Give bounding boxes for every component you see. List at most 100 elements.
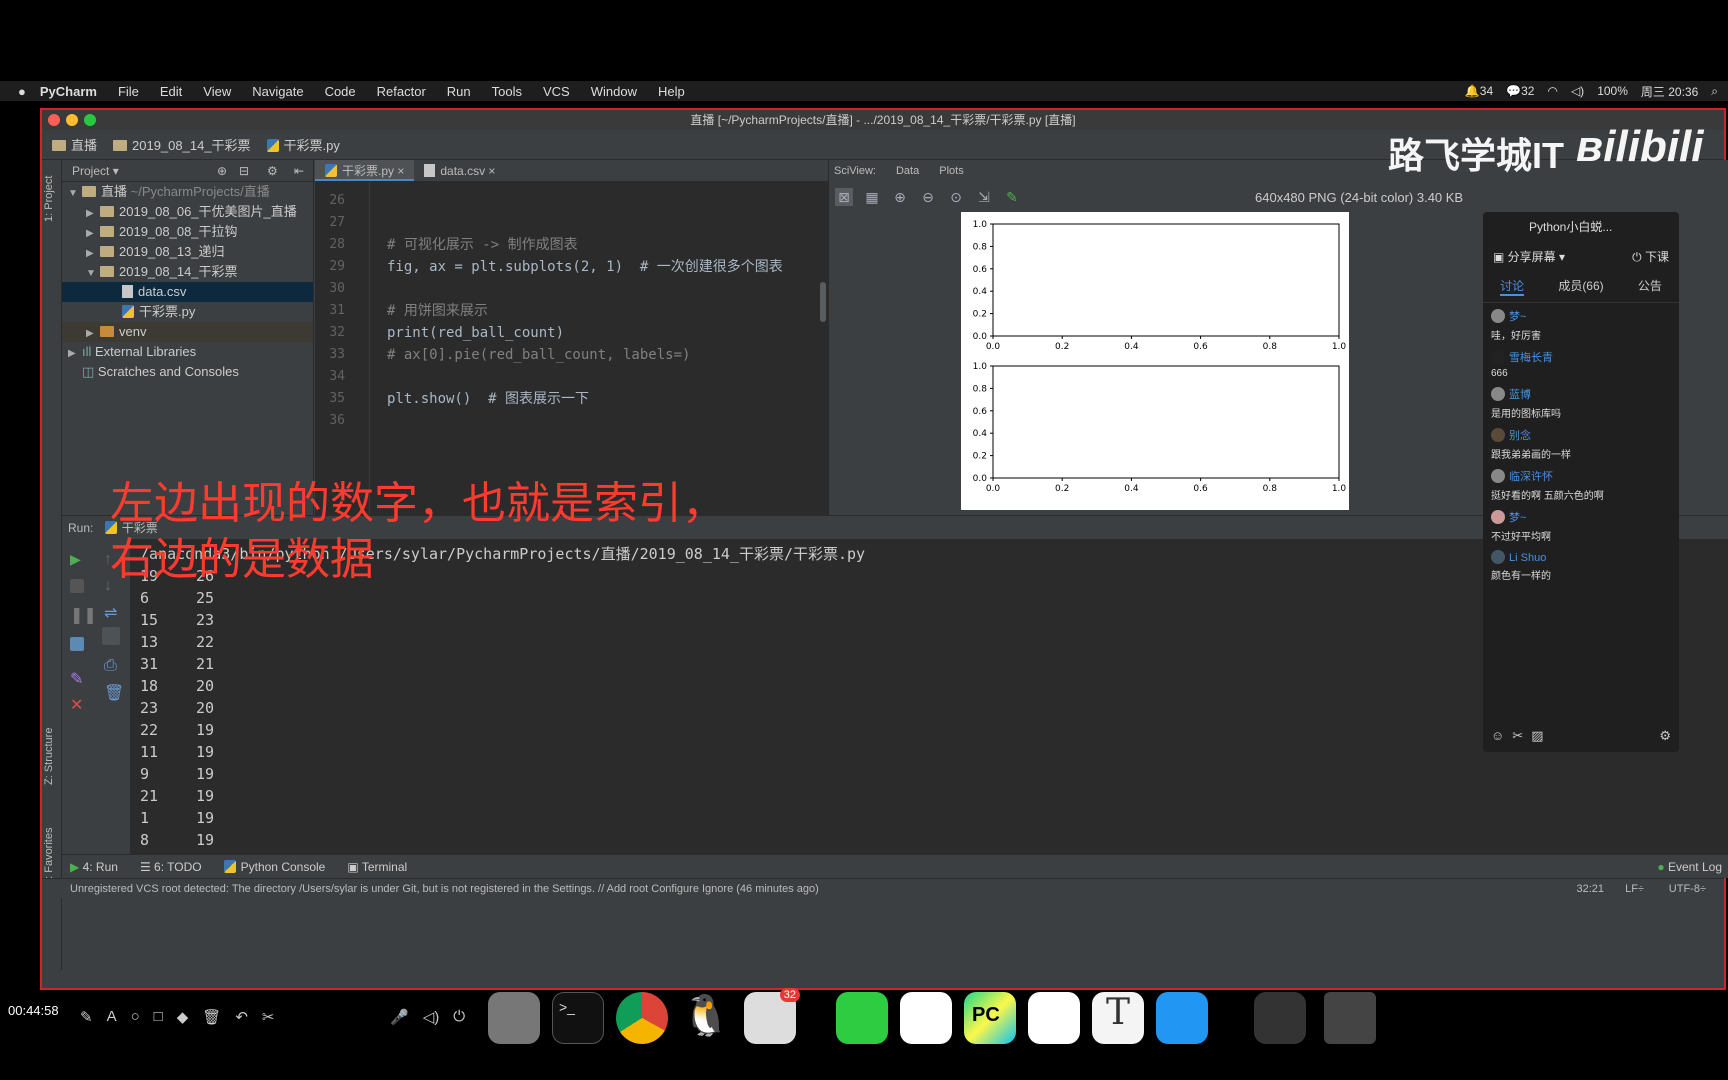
tab-run[interactable]: ▶ 4: Run (70, 860, 118, 874)
menu-edit[interactable]: Edit (160, 84, 182, 99)
trash-bin-icon[interactable] (1324, 992, 1376, 1044)
pin-icon[interactable]: ✎ (70, 669, 84, 688)
tab-todo[interactable]: ☰ 6: TODO (140, 860, 202, 874)
text-icon[interactable]: A (107, 1008, 117, 1026)
pycharm-icon[interactable]: PC (964, 992, 1016, 1044)
mic-icon[interactable]: 🎤 (390, 1008, 409, 1026)
wechat-icon[interactable]: 💬32 (1506, 84, 1534, 98)
menu-navigate[interactable]: Navigate (252, 84, 303, 99)
terminal-icon[interactable]: >_ (552, 992, 604, 1044)
tree-item-folder[interactable]: ▶ venv (62, 322, 313, 342)
menu-view[interactable]: View (203, 84, 231, 99)
breadcrumb-root[interactable]: 直播 (52, 135, 97, 154)
export-icon[interactable]: ⇲ (975, 188, 993, 206)
tree-item-scratches[interactable]: ◫ Scratches and Consoles (62, 362, 313, 382)
hide-panel-icon[interactable]: ⇤ (294, 160, 304, 182)
zoom-out-icon[interactable]: ⊖ (919, 188, 937, 206)
close-icon[interactable]: × (488, 164, 495, 178)
locate-icon[interactable]: ⊕ (217, 160, 227, 182)
event-log-tab[interactable]: ● Event Log (1657, 860, 1722, 874)
grid-icon[interactable]: ▦ (863, 188, 881, 206)
close-icon[interactable]: × (397, 164, 404, 178)
clock[interactable]: 周三 20:36 (1641, 83, 1698, 100)
qq-icon[interactable]: 🐧 (680, 992, 732, 1044)
soft-wrap-icon[interactable]: ⇌ (104, 603, 118, 622)
share-screen-button[interactable]: ▣ 分享屏幕 ▾ (1493, 248, 1565, 265)
minimize-window-icon[interactable] (66, 114, 78, 126)
menu-app-name[interactable]: PyCharm (40, 84, 97, 99)
spotlight-icon[interactable]: ⌕ (1711, 84, 1718, 99)
undo-icon[interactable]: ↶ (235, 1008, 248, 1026)
tab-terminal[interactable]: ▣ Terminal (347, 860, 407, 874)
circle-icon[interactable]: ○ (131, 1008, 140, 1026)
rerun-icon[interactable]: ▶ (70, 551, 84, 567)
tree-item-file-selected[interactable]: data.csv (62, 282, 313, 302)
emoji-icon[interactable]: ☺ (1491, 728, 1504, 744)
end-class-button[interactable]: ⏻ 下课 (1632, 248, 1669, 265)
zoom-window-icon[interactable] (84, 114, 96, 126)
tencent-class-icon[interactable] (1156, 992, 1208, 1044)
menu-run[interactable]: Run (447, 84, 471, 99)
editor-scrollbar[interactable] (820, 282, 826, 322)
menu-vcs[interactable]: VCS (543, 84, 570, 99)
eraser-icon[interactable]: ◆ (177, 1008, 189, 1026)
scissors-icon[interactable]: ✂ (1512, 728, 1523, 744)
menu-tools[interactable]: Tools (492, 84, 522, 99)
stop-icon[interactable] (70, 579, 84, 593)
trash-icon[interactable]: 🗑 (104, 683, 124, 702)
gear-icon[interactable]: ⚙ (1659, 728, 1671, 744)
camtasia-icon[interactable] (836, 992, 888, 1044)
pause-icon[interactable]: ❚❚ (70, 605, 97, 624)
scissors-icon[interactable]: ✂ (262, 1008, 275, 1026)
tree-item-root[interactable]: ▼ 直播 ~/PycharmProjects/直播 (62, 182, 313, 202)
power-icon[interactable]: ⏻ (453, 1008, 465, 1026)
tree-item-folder[interactable]: ▼ 2019_08_14_干彩票 (62, 262, 313, 282)
tab-ganca-py[interactable]: 干彩票.py × (315, 160, 415, 181)
code-area[interactable]: 26 27 28 # 可视化展示 -> 制作成图表 29 fig, ax = plt… (315, 182, 828, 515)
volume-icon[interactable]: ◁) (1571, 84, 1584, 98)
tab-discussion[interactable]: 讨论 (1500, 277, 1525, 296)
image-icon[interactable]: ▨ (1531, 728, 1543, 744)
cursor-position[interactable]: 32:21 (1576, 879, 1604, 899)
tree-item-folder[interactable]: ▶ 2019_08_06_干优美图片_直播 (62, 202, 313, 222)
zoom-in-icon[interactable]: ⊕ (891, 188, 909, 206)
wechat-dock-icon[interactable]: 32 (744, 988, 800, 1044)
color-picker-icon[interactable]: ✎ (1003, 188, 1021, 206)
numbers-icon[interactable] (1028, 992, 1080, 1044)
menu-window[interactable]: Window (591, 84, 637, 99)
tab-project[interactable]: 1: Project (43, 176, 55, 222)
scroll-to-end-icon[interactable] (102, 627, 120, 645)
wifi-icon[interactable]: ◠ (1547, 84, 1557, 98)
tree-item-folder[interactable]: ▶ 2019_08_08_干拉钩 (62, 222, 313, 242)
tree-item-folder[interactable]: ▶ 2019_08_13_递归 (62, 242, 313, 262)
menu-help[interactable]: Help (658, 84, 685, 99)
tab-favorites[interactable]: 2: Favorites (43, 828, 55, 885)
file-encoding[interactable]: UTF-8÷ (1669, 879, 1706, 899)
print-icon[interactable]: ⎙ (104, 657, 118, 674)
speaker-icon[interactable]: ◁) (423, 1008, 440, 1026)
tab-plots[interactable]: Plots (939, 160, 963, 182)
square-icon[interactable]: □ (154, 1008, 163, 1026)
apple-icon[interactable]: ● (18, 84, 26, 99)
fit-icon[interactable]: ⊠ (835, 188, 853, 206)
battery-percent[interactable]: 100% (1597, 84, 1628, 98)
tree-item-file[interactable]: 干彩票.py (62, 302, 313, 322)
trash-icon[interactable]: 🗑 (202, 1008, 221, 1026)
close-window-icon[interactable] (48, 114, 60, 126)
tab-notice[interactable]: 公告 (1638, 277, 1662, 296)
menu-file[interactable]: File (118, 84, 139, 99)
tab-data-csv[interactable]: data.csv × (414, 160, 505, 181)
typora-icon[interactable]: T (1092, 992, 1144, 1044)
vcs-warning[interactable]: Unregistered VCS root detected: The dire… (70, 883, 819, 895)
gear-icon[interactable]: ⚙ (267, 160, 278, 182)
project-view-selector[interactable]: Project (72, 164, 109, 178)
restore-layout-icon[interactable] (70, 637, 84, 651)
tab-data[interactable]: Data (896, 160, 919, 182)
menu-refactor[interactable]: Refactor (377, 84, 426, 99)
pen-icon[interactable]: ✎ (80, 1008, 93, 1026)
screen-record-icon[interactable] (1254, 992, 1306, 1044)
tab-python-console[interactable]: Python Console (223, 859, 325, 874)
line-separator[interactable]: LF÷ (1625, 879, 1644, 899)
bell-icon[interactable]: 🔔34 (1465, 84, 1493, 98)
collapse-icon[interactable]: ⊟ (239, 160, 249, 182)
